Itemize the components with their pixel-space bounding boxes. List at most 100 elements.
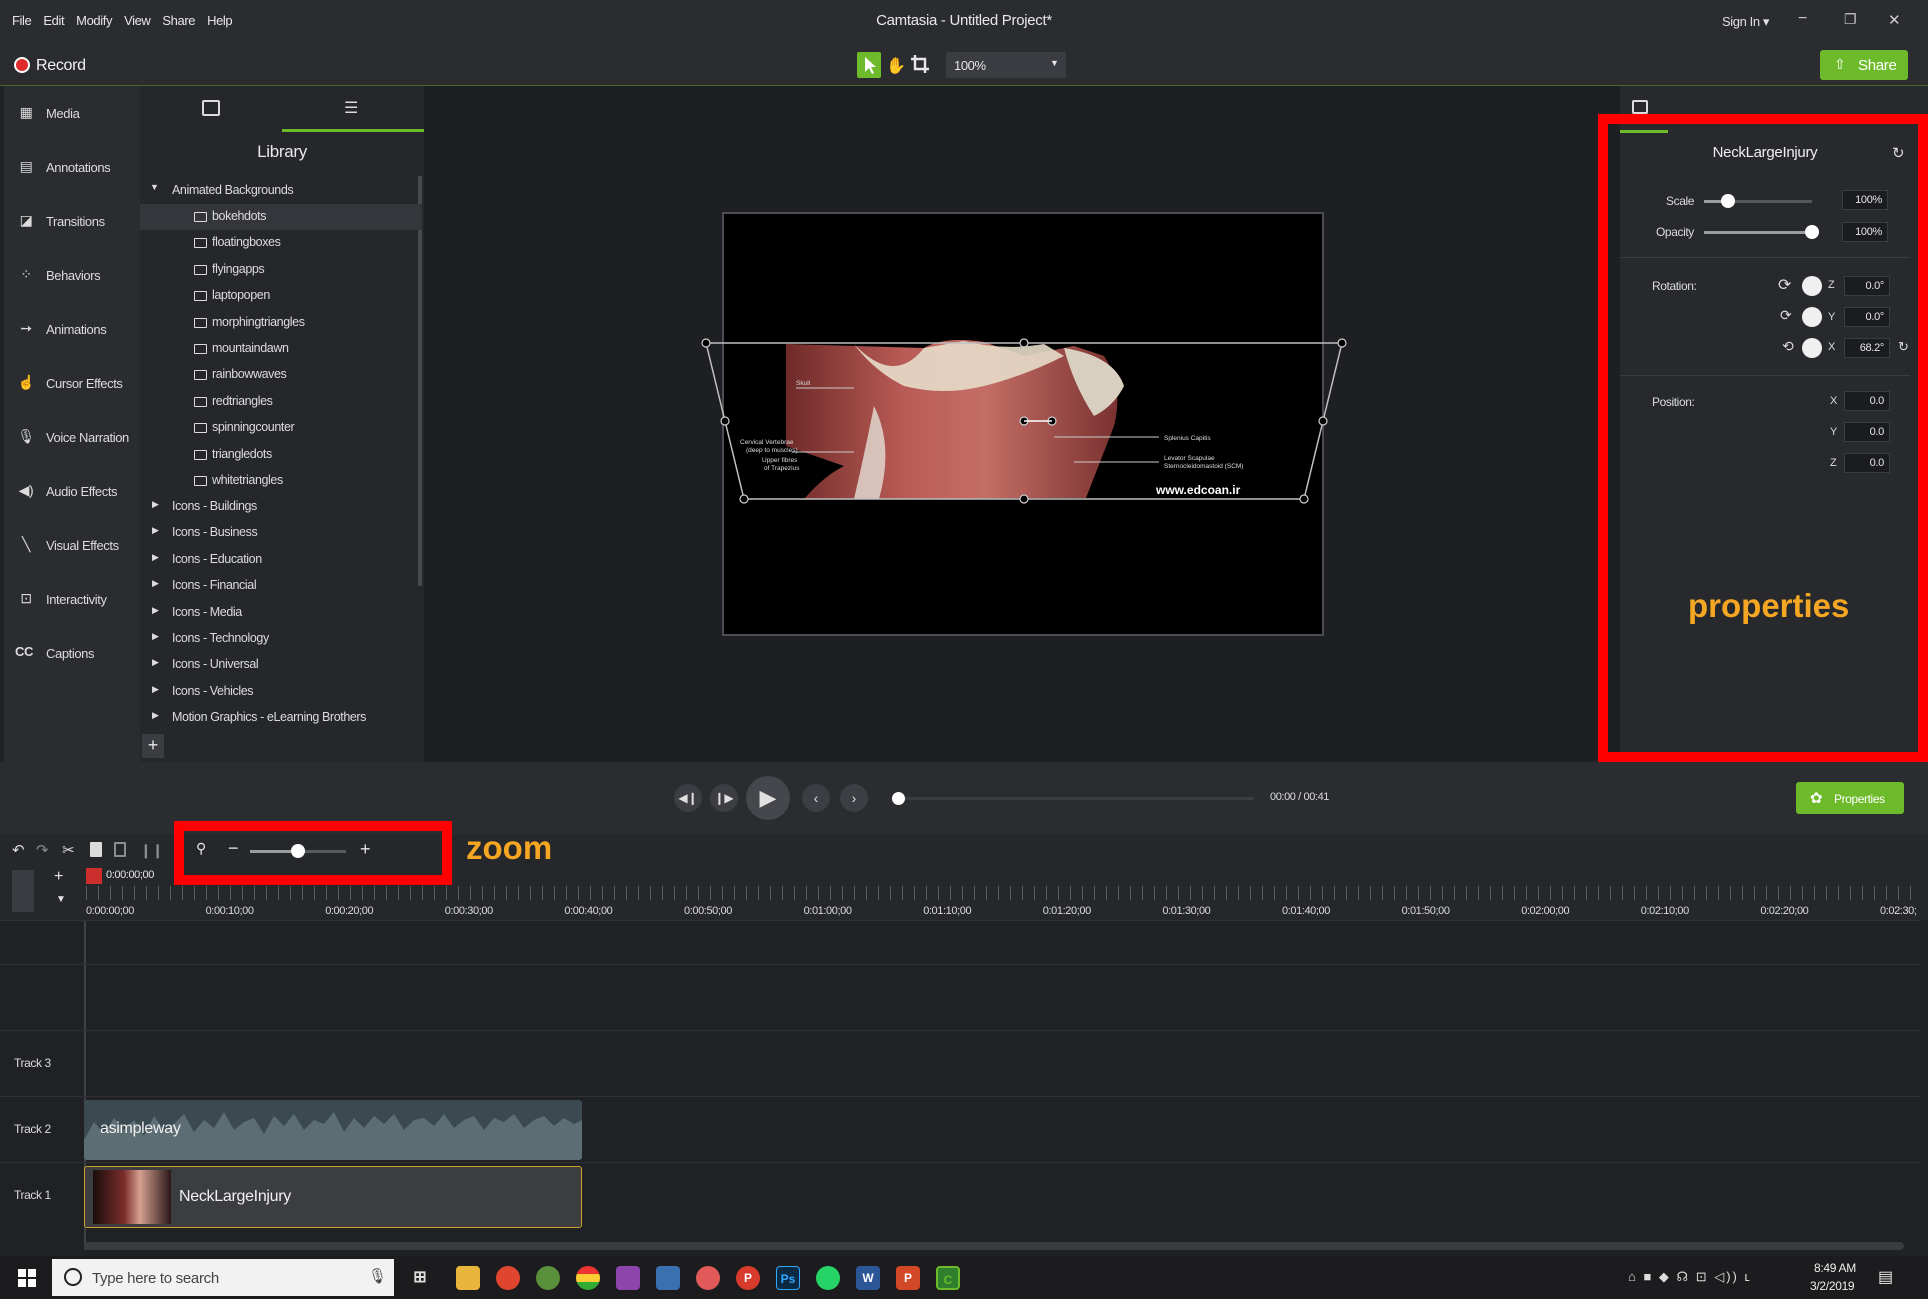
track-1[interactable]: Track 1 NeckLargeInjury bbox=[0, 1162, 1920, 1228]
tool-interactivity[interactable]: ⊡ Interactivity bbox=[4, 572, 140, 626]
cut-icon[interactable]: ✂ bbox=[62, 841, 75, 859]
resize-handle[interactable] bbox=[1019, 494, 1029, 504]
copy-icon[interactable] bbox=[90, 842, 102, 857]
close-button[interactable]: ✕ bbox=[1888, 11, 1901, 29]
library-folder[interactable]: ▶ Icons - Media bbox=[140, 600, 422, 626]
record-button[interactable]: Record bbox=[12, 54, 102, 76]
sign-in-button[interactable]: Sign In ▾ bbox=[1722, 14, 1769, 30]
file-explorer-icon[interactable] bbox=[456, 1266, 480, 1290]
windows-start-icon[interactable] bbox=[18, 1269, 36, 1292]
tool-cursor-effects[interactable]: ☝ Cursor Effects bbox=[4, 356, 140, 410]
library-folder[interactable]: ▶ Motion Graphics - eLearning Brothers bbox=[140, 705, 422, 731]
tool-animations[interactable]: ➙ Animations bbox=[4, 302, 140, 356]
crop-tool-icon[interactable] bbox=[910, 53, 930, 80]
library-item[interactable]: laptopopen bbox=[140, 283, 422, 309]
tool-behaviors[interactable]: ⁘ Behaviors bbox=[4, 248, 140, 302]
tab-library-grid[interactable] bbox=[140, 86, 282, 132]
tab-library-list[interactable]: ☰ bbox=[282, 86, 424, 132]
library-folder[interactable]: ▶ Icons - Universal bbox=[140, 652, 422, 678]
microphone-icon[interactable]: 🎙 bbox=[368, 1267, 387, 1285]
library-item[interactable]: redtriangles bbox=[140, 389, 422, 415]
tool-media[interactable]: ▦ Media bbox=[4, 86, 140, 140]
paste-icon[interactable] bbox=[114, 842, 126, 857]
chrome-icon[interactable] bbox=[496, 1266, 520, 1290]
next-clip-button[interactable]: › bbox=[840, 784, 868, 812]
word-icon[interactable]: W bbox=[856, 1266, 880, 1290]
camtasia-icon[interactable]: C bbox=[936, 1266, 960, 1290]
resize-handle[interactable] bbox=[1299, 494, 1309, 504]
zoom-dropdown[interactable]: 100% ▼ bbox=[946, 52, 1066, 78]
resize-handle[interactable] bbox=[701, 338, 711, 348]
app-icon[interactable] bbox=[656, 1266, 680, 1290]
library-folder[interactable]: ▶ Icons - Buildings bbox=[140, 494, 422, 520]
undo-icon[interactable]: ↶ bbox=[12, 841, 25, 859]
visual-studio-icon[interactable] bbox=[616, 1266, 640, 1290]
library-folder[interactable]: ▶ Icons - Business bbox=[140, 520, 422, 546]
add-track-button[interactable]: + bbox=[54, 868, 63, 886]
library-folder[interactable]: ▶ Icons - Technology bbox=[140, 626, 422, 652]
library-item[interactable]: rainbowwaves bbox=[140, 362, 422, 388]
share-button[interactable]: ⇧ Share bbox=[1820, 50, 1908, 80]
resize-handle[interactable] bbox=[1337, 338, 1347, 348]
library-item[interactable]: flyingapps bbox=[140, 257, 422, 283]
tool-captions[interactable]: CC Captions bbox=[4, 626, 140, 680]
whatsapp-icon[interactable] bbox=[816, 1266, 840, 1290]
resize-handle[interactable] bbox=[739, 494, 749, 504]
library-item[interactable]: morphingtriangles bbox=[140, 310, 422, 336]
taskbar-search[interactable]: Type here to search 🎙 bbox=[52, 1259, 394, 1296]
track-empty[interactable] bbox=[0, 920, 1920, 964]
powerpoint-icon[interactable]: P bbox=[896, 1266, 920, 1290]
library-item[interactable]: mountaindawn bbox=[140, 336, 422, 362]
zoom-value: 100% bbox=[954, 58, 986, 73]
previous-clip-button[interactable]: ‹ bbox=[802, 784, 830, 812]
tool-visual-effects[interactable]: ╲ Visual Effects bbox=[4, 518, 140, 572]
system-tray-icons[interactable]: ⌂ ■ ◆ ☊ ⊡ ◁)) ʟ bbox=[1628, 1269, 1752, 1285]
split-icon[interactable]: ❙❙ bbox=[140, 842, 163, 859]
library-item[interactable]: floatingboxes bbox=[140, 230, 422, 256]
library-folder-open[interactable]: ▼ Animated Backgrounds bbox=[140, 178, 422, 204]
tool-voice-narration[interactable]: 🎙 Voice Narration bbox=[4, 410, 140, 464]
app-icon[interactable] bbox=[536, 1266, 560, 1290]
minimize-button[interactable]: − bbox=[1798, 10, 1807, 28]
timeline-scrollbar[interactable] bbox=[84, 1242, 1904, 1250]
library-folder[interactable]: ▶ Icons - Vehicles bbox=[140, 679, 422, 705]
playback-progress-track[interactable] bbox=[892, 792, 1254, 805]
resize-handle[interactable] bbox=[1318, 416, 1328, 426]
playback-progress-knob[interactable] bbox=[892, 792, 905, 805]
step-forward-button[interactable]: ❙▶ bbox=[710, 784, 738, 812]
maximize-button[interactable]: ❐ bbox=[1844, 11, 1857, 28]
track-handle[interactable] bbox=[12, 870, 34, 912]
tool-transitions[interactable]: ◪ Transitions bbox=[4, 194, 140, 248]
resize-handle[interactable] bbox=[720, 416, 730, 426]
audio-clip[interactable]: asimpleway bbox=[84, 1100, 582, 1160]
library-folder[interactable]: ▶ Icons - Financial bbox=[140, 573, 422, 599]
film-strip-icon[interactable] bbox=[1632, 100, 1648, 114]
redo-icon[interactable]: ↷ bbox=[36, 841, 49, 859]
track-2[interactable]: Track 2 asimpleway bbox=[0, 1096, 1920, 1162]
playhead-marker[interactable] bbox=[86, 868, 102, 884]
hand-tool-icon[interactable]: ✋ bbox=[886, 56, 906, 76]
track-empty[interactable] bbox=[0, 964, 1920, 1030]
track-3[interactable]: Track 3 bbox=[0, 1030, 1920, 1096]
library-item[interactable]: whitetriangles bbox=[140, 468, 422, 494]
photoshop-icon[interactable]: Ps bbox=[776, 1266, 800, 1290]
library-folder[interactable]: ▶ Icons - Education bbox=[140, 547, 422, 573]
step-back-button[interactable]: ◀❙ bbox=[674, 784, 702, 812]
notifications-icon[interactable]: ▤ bbox=[1878, 1267, 1893, 1287]
select-tool-button[interactable] bbox=[857, 52, 881, 78]
resize-handle[interactable] bbox=[1019, 338, 1029, 348]
task-view-icon[interactable]: ⊞ bbox=[408, 1266, 432, 1290]
video-clip[interactable]: NeckLargeInjury bbox=[84, 1166, 582, 1228]
library-item[interactable]: bokehdots bbox=[140, 204, 422, 230]
app-icon[interactable] bbox=[576, 1266, 600, 1290]
chevron-down-icon[interactable]: ▼ bbox=[56, 894, 66, 905]
app-icon[interactable]: P bbox=[736, 1266, 760, 1290]
play-button[interactable]: ▶ bbox=[746, 776, 790, 820]
library-item[interactable]: triangledots bbox=[140, 442, 422, 468]
library-item[interactable]: spinningcounter bbox=[140, 415, 422, 441]
add-library-button[interactable]: + bbox=[142, 734, 164, 758]
tool-annotations[interactable]: ▤ Annotations bbox=[4, 140, 140, 194]
properties-button[interactable]: ✿ Properties bbox=[1796, 782, 1904, 814]
tool-audio-effects[interactable]: ◀) Audio Effects bbox=[4, 464, 140, 518]
app-icon[interactable] bbox=[696, 1266, 720, 1290]
